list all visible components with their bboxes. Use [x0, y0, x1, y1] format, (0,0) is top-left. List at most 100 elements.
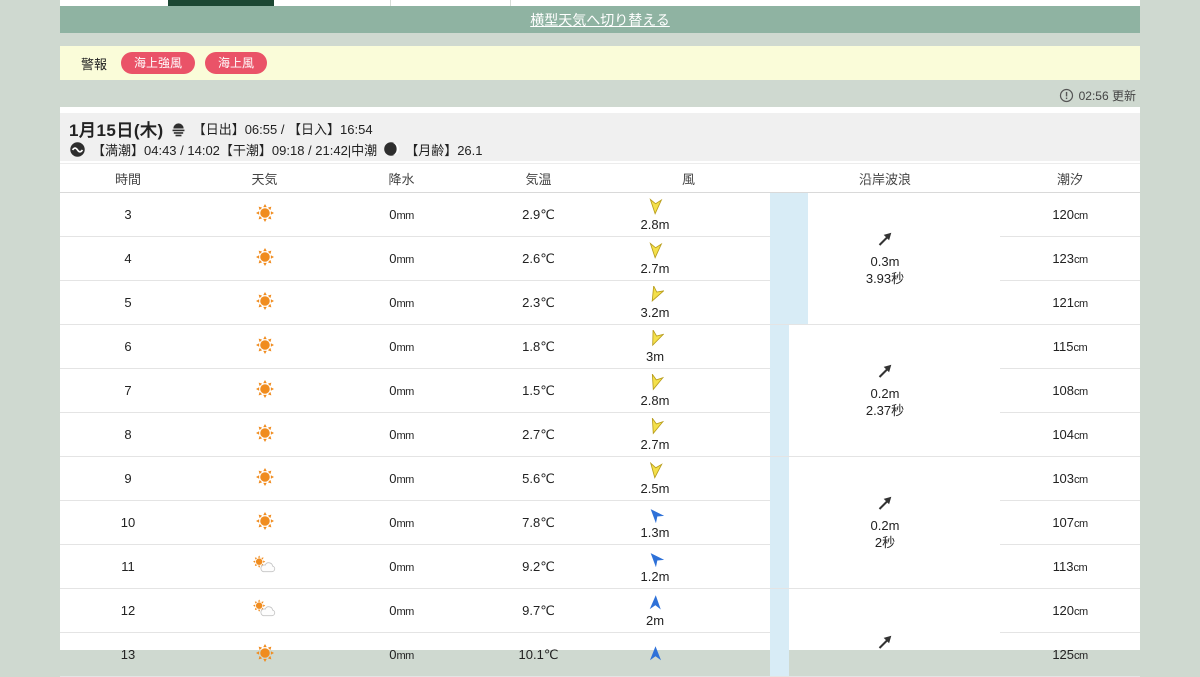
temp-cell: 2.3℃: [470, 280, 607, 325]
wind-arrow-icon: [647, 283, 665, 306]
wind-cell: 2.7m: [607, 236, 770, 281]
weather-page: 横型天気へ切り替える 警報 海上強風 海上風 02:56 更新 1月15日(木)…: [0, 0, 1200, 677]
wave-height: 0.3m: [870, 254, 900, 270]
wind-speed: 1.3m: [640, 524, 670, 540]
forecast-row-hour-6: 6 0mm 1.8℃ 3m 0.2m 2.37秒 115cm: [60, 324, 1140, 457]
wind-arrow-icon: [647, 197, 664, 218]
info-circle-icon: [1059, 88, 1074, 103]
precip-cell: 0mm: [333, 280, 470, 325]
precip-cell: 0mm: [333, 368, 470, 413]
wind-arrow-icon: [647, 328, 665, 350]
sun-cloud-icon: [196, 544, 333, 589]
wind-speed: 1.2m: [640, 568, 670, 584]
tab-separator: [510, 0, 511, 6]
wind-speed: 2.5m: [640, 480, 670, 496]
wave-direction-arrow-icon: [875, 493, 895, 518]
sunny-icon: [196, 236, 333, 281]
date-header: 1月15日(木) 【日出】06:55 / 【日入】16:54 【満潮】04:43…: [60, 113, 1140, 161]
sunny-icon: [196, 192, 333, 237]
top-nav-card: 横型天気へ切り替える: [60, 0, 1140, 33]
wind-speed: 2.8m: [640, 216, 670, 232]
wind-cell: 3.2m: [607, 280, 770, 325]
precip-cell: 0mm: [333, 412, 470, 457]
warning-badge-wind[interactable]: 海上風: [205, 52, 268, 74]
warning-badge-gale[interactable]: 海上強風: [121, 52, 196, 74]
wind-speed: 3.2m: [640, 304, 670, 320]
sunny-icon: [196, 368, 333, 413]
forecast-row-hour-12: 12 0mm 9.7℃ 2m 120cm: [60, 588, 1140, 677]
time-cell: 11: [60, 544, 196, 589]
wind-speed: 3m: [645, 348, 665, 364]
wind-speed: 2m: [645, 612, 665, 628]
wave-period: 2.37秒: [865, 402, 905, 418]
date-line-2: 【満潮】04:43 / 14:02【干潮】09:18 / 21:42|中潮 【月…: [69, 139, 1140, 159]
tide-cell: 107cm: [1000, 500, 1140, 545]
column-header-4: 風: [607, 163, 770, 193]
sunny-icon: [196, 412, 333, 457]
coastal-wave-cell: [770, 588, 1000, 677]
sunny-icon: [196, 456, 333, 501]
precip-cell: 0mm: [333, 544, 470, 589]
temp-cell: 1.8℃: [470, 324, 607, 369]
coastal-wave-cell: 0.2m 2.37秒: [770, 324, 1000, 457]
wind-cell: 1.2m: [607, 544, 770, 589]
wind-arrow-icon: [647, 594, 664, 614]
time-cell: 12: [60, 588, 196, 633]
coastal-wave-cell: 0.3m 3.93秒: [770, 192, 1000, 325]
wind-cell: [607, 632, 770, 677]
update-line: 02:56 更新: [60, 86, 1140, 104]
tide-cell: 123cm: [1000, 236, 1140, 281]
column-header-6: 潮汐: [1000, 163, 1140, 193]
moon-age: 【月齢】26.1: [405, 142, 483, 158]
sunrise-icon: [170, 120, 187, 137]
wind-cell: 2.5m: [607, 456, 770, 501]
moon-icon: [383, 141, 400, 157]
wind-speed: 2.8m: [640, 392, 670, 408]
update-time: 02:56 更新: [1078, 88, 1136, 103]
switch-layout-link[interactable]: 横型天気へ切り替える: [530, 10, 670, 30]
tide-cell: 120cm: [1000, 192, 1140, 237]
forecast-card: 1月15日(木) 【日出】06:55 / 【日入】16:54 【満潮】04:43…: [60, 107, 1140, 677]
date-line-1: 1月15日(木) 【日出】06:55 / 【日入】16:54: [69, 117, 1140, 140]
wind-cell: 2.8m: [607, 192, 770, 237]
precip-cell: 0mm: [333, 632, 470, 677]
tide-cell: 120cm: [1000, 588, 1140, 633]
wave-period: 2秒: [874, 534, 896, 550]
time-cell: 5: [60, 280, 196, 325]
wind-cell: 3m: [607, 324, 770, 369]
wind-speed: 2.7m: [640, 436, 670, 452]
coastal-wave-cell: 0.2m 2秒: [770, 456, 1000, 589]
temp-cell: 5.6℃: [470, 456, 607, 501]
temp-cell: 2.7℃: [470, 412, 607, 457]
sunny-icon: [196, 280, 333, 325]
column-header-5: 沿岸波浪: [770, 163, 1000, 193]
wind-arrow-icon: [647, 372, 664, 394]
sunny-icon: [196, 500, 333, 545]
wind-arrow-icon: [647, 416, 664, 438]
tide-cell: 103cm: [1000, 456, 1140, 501]
precip-cell: 0mm: [333, 192, 470, 237]
active-tab[interactable]: [168, 0, 274, 6]
wind-cell: 2m: [607, 588, 770, 633]
forecast-row-hour-9: 9 0mm 5.6℃ 2.5m 0.2m 2秒 103cm: [60, 456, 1140, 589]
column-header-0: 時間: [60, 163, 196, 193]
temp-cell: 9.2℃: [470, 544, 607, 589]
tide-cell: 121cm: [1000, 280, 1140, 325]
tide-cell: 115cm: [1000, 324, 1140, 369]
sun-cloud-icon: [196, 588, 333, 633]
warning-band: 警報 海上強風 海上風: [60, 46, 1140, 80]
warning-label: 警報: [81, 56, 108, 72]
wave-height: 0.2m: [870, 386, 900, 402]
tab-strip: [60, 0, 1140, 6]
column-header-1: 天気: [196, 163, 333, 193]
sunny-icon: [196, 324, 333, 369]
wind-arrow-icon: [647, 550, 664, 570]
time-cell: 7: [60, 368, 196, 413]
wave-period: 3.93秒: [865, 270, 905, 286]
precip-cell: 0mm: [333, 456, 470, 501]
time-cell: 3: [60, 192, 196, 237]
wind-arrow-icon: [647, 461, 664, 482]
wind-arrow-icon: [647, 506, 664, 526]
time-cell: 9: [60, 456, 196, 501]
tide-cell: 113cm: [1000, 544, 1140, 589]
